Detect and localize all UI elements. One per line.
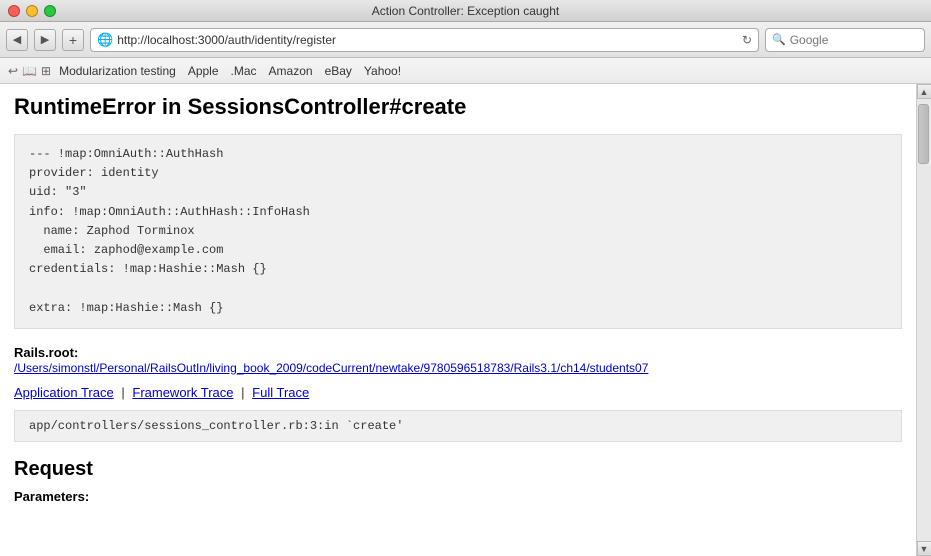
trace-content: app/controllers/sessions_controller.rb:3… [29, 419, 403, 433]
error-data-box: --- !map:OmniAuth::AuthHash provider: id… [14, 134, 902, 329]
error-data-pre: --- !map:OmniAuth::AuthHash provider: id… [29, 145, 887, 318]
bookmark-modularization[interactable]: Modularization testing [55, 63, 180, 79]
scroll-thumb[interactable] [918, 104, 929, 164]
bookmark-amazon[interactable]: Amazon [265, 63, 317, 79]
rails-root-section: Rails.root: /Users/simonstl/Personal/Rai… [14, 345, 902, 375]
bookmarks-icon: ↩ [8, 64, 18, 78]
bookmark-apple[interactable]: Apple [184, 63, 223, 79]
bookmark-ebay[interactable]: eBay [321, 63, 356, 79]
page-title: RuntimeError in SessionsController#creat… [14, 94, 902, 120]
rails-root-path[interactable]: /Users/simonstl/Personal/RailsOutIn/livi… [14, 361, 648, 375]
request-section-title: Request [14, 458, 902, 481]
search-icon: 🔍 [772, 33, 786, 46]
bookmark-yahoo[interactable]: Yahoo! [360, 63, 405, 79]
reload-button[interactable]: ↻ [742, 33, 752, 47]
add-tab-button[interactable]: + [62, 29, 84, 51]
rails-root-label: Rails.root: [14, 345, 78, 360]
forward-button[interactable]: ▶ [34, 29, 56, 51]
trace-links: Application Trace | Framework Trace | Fu… [14, 385, 902, 400]
close-button[interactable] [8, 5, 20, 17]
bookmarks-bar: ↩ 📖 ⊞ Modularization testing Apple .Mac … [0, 58, 931, 84]
page-outer: RuntimeError in SessionsController#creat… [0, 84, 931, 556]
scroll-thumb-area [917, 99, 931, 541]
grid-icon: ⊞ [41, 64, 51, 78]
framework-trace-link[interactable]: Framework Trace [132, 385, 233, 400]
page-content: RuntimeError in SessionsController#creat… [0, 84, 916, 556]
trace-box: app/controllers/sessions_controller.rb:3… [14, 410, 902, 442]
titlebar: Action Controller: Exception caught [0, 0, 931, 22]
trace-sep-2: | [241, 385, 244, 400]
full-trace-link[interactable]: Full Trace [252, 385, 309, 400]
scrollbar: ▲ ▼ [916, 84, 931, 556]
address-input[interactable] [117, 33, 738, 47]
window-controls [8, 5, 56, 17]
search-input[interactable] [790, 33, 900, 47]
address-bar[interactable]: 🌐 ↻ [90, 28, 759, 52]
minimize-button[interactable] [26, 5, 38, 17]
bookmark-mac[interactable]: .Mac [227, 63, 261, 79]
maximize-button[interactable] [44, 5, 56, 17]
back-button[interactable]: ◀ [6, 29, 28, 51]
address-globe-icon: 🌐 [97, 32, 113, 48]
window-title: Action Controller: Exception caught [372, 4, 559, 18]
browser-toolbar: ◀ ▶ + 🌐 ↻ 🔍 [0, 22, 931, 58]
application-trace-link[interactable]: Application Trace [14, 385, 114, 400]
scroll-down-button[interactable]: ▼ [917, 541, 931, 556]
reading-list-icon: 📖 [22, 64, 37, 78]
search-bar[interactable]: 🔍 [765, 28, 925, 52]
trace-sep-1: | [121, 385, 124, 400]
scroll-up-button[interactable]: ▲ [917, 84, 931, 99]
params-label: Parameters: [14, 489, 902, 504]
